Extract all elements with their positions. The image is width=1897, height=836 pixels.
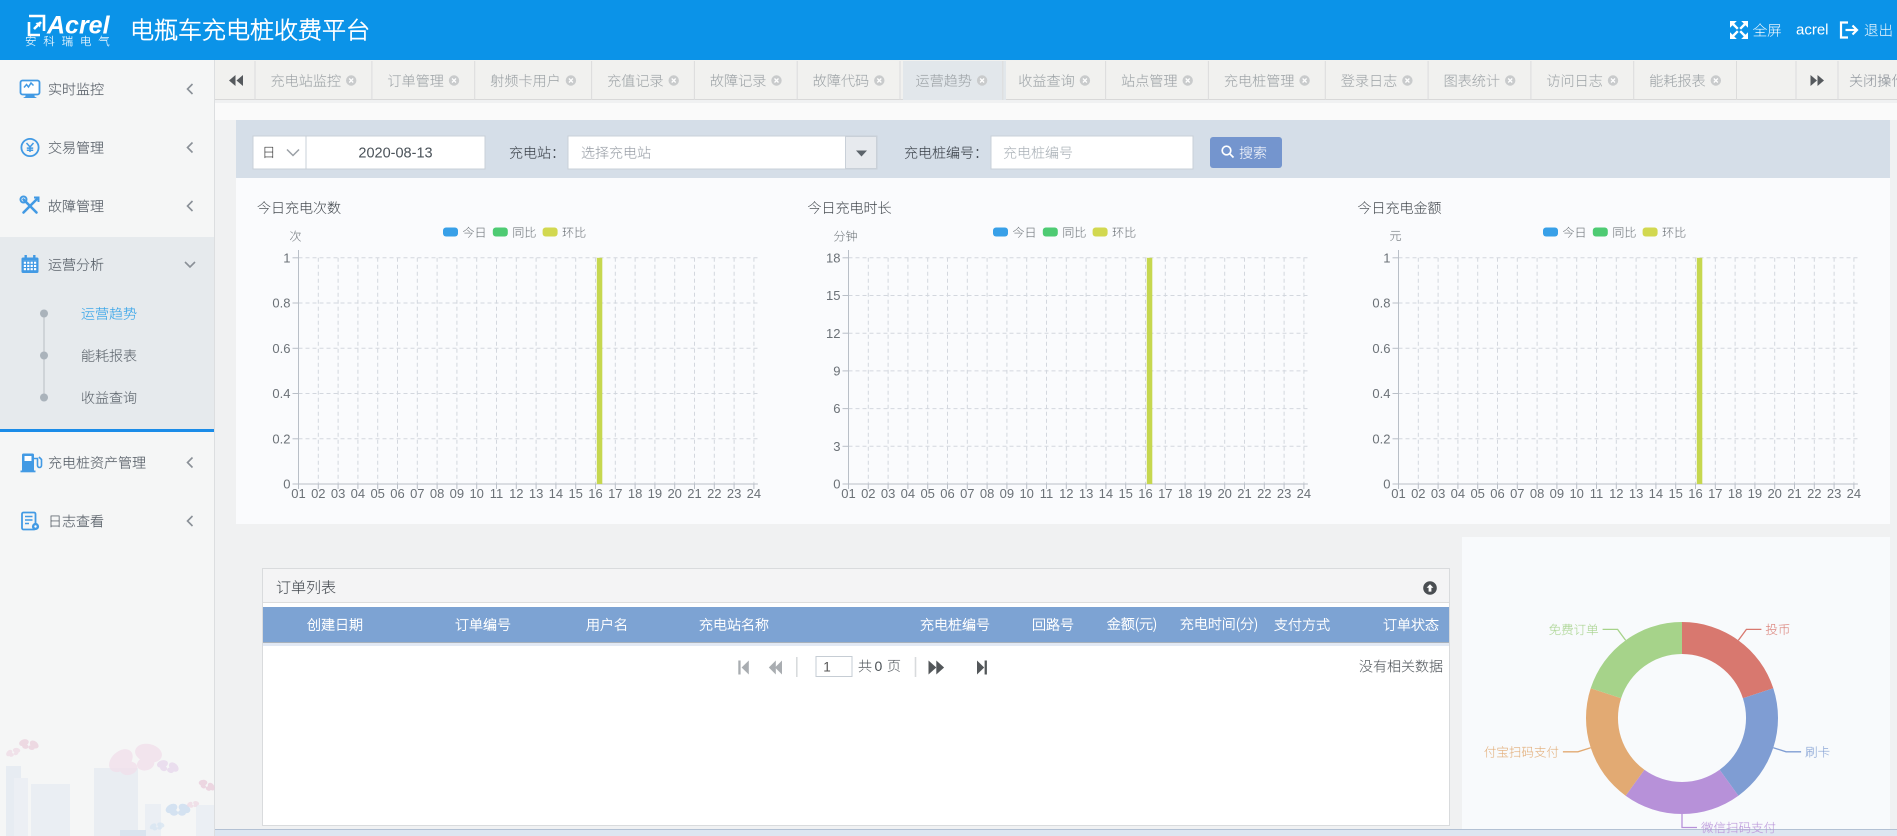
svg-text:12: 12 bbox=[826, 326, 840, 341]
svg-text:21: 21 bbox=[1237, 486, 1251, 501]
svg-text:Acrel: Acrel bbox=[46, 11, 111, 39]
svg-text:0.6: 0.6 bbox=[272, 341, 290, 356]
svg-text:03: 03 bbox=[331, 486, 345, 501]
svg-text:0.6: 0.6 bbox=[1372, 341, 1390, 356]
svg-text:18: 18 bbox=[1728, 486, 1742, 501]
svg-text:22: 22 bbox=[1257, 486, 1271, 501]
svg-text:04: 04 bbox=[901, 486, 915, 501]
svg-text:02: 02 bbox=[861, 486, 875, 501]
svg-text:02: 02 bbox=[311, 486, 325, 501]
svg-text:1: 1 bbox=[823, 659, 831, 674]
svg-text:19: 19 bbox=[1748, 486, 1762, 501]
svg-text:10: 10 bbox=[1019, 486, 1033, 501]
svg-text:06: 06 bbox=[390, 486, 404, 501]
svg-text:15: 15 bbox=[568, 486, 582, 501]
svg-text:09: 09 bbox=[1000, 486, 1014, 501]
svg-text:21: 21 bbox=[1787, 486, 1801, 501]
svg-text:0.4: 0.4 bbox=[1372, 386, 1390, 401]
svg-text:20: 20 bbox=[667, 486, 681, 501]
svg-text:0.2: 0.2 bbox=[1372, 431, 1390, 446]
svg-text:12: 12 bbox=[509, 486, 523, 501]
svg-text:0: 0 bbox=[833, 477, 840, 492]
svg-text:15: 15 bbox=[1118, 486, 1132, 501]
svg-text:14: 14 bbox=[1099, 486, 1113, 501]
svg-text:24: 24 bbox=[747, 486, 761, 501]
svg-text:09: 09 bbox=[450, 486, 464, 501]
svg-text:acrel: acrel bbox=[1796, 21, 1829, 38]
svg-text:02: 02 bbox=[1411, 486, 1425, 501]
svg-text:11: 11 bbox=[1040, 486, 1054, 501]
svg-text:18: 18 bbox=[1178, 486, 1192, 501]
svg-text:11: 11 bbox=[490, 486, 504, 501]
svg-text:15: 15 bbox=[826, 288, 840, 303]
svg-text:20: 20 bbox=[1767, 486, 1781, 501]
svg-text:12: 12 bbox=[1609, 486, 1623, 501]
svg-text:15: 15 bbox=[1668, 486, 1682, 501]
svg-text:13: 13 bbox=[1629, 486, 1643, 501]
svg-text:1: 1 bbox=[283, 250, 290, 265]
svg-text:13: 13 bbox=[529, 486, 543, 501]
svg-text:01: 01 bbox=[291, 486, 305, 501]
svg-text:1: 1 bbox=[1383, 250, 1390, 265]
svg-text:04: 04 bbox=[1451, 486, 1465, 501]
svg-text:04: 04 bbox=[351, 486, 365, 501]
svg-text:10: 10 bbox=[469, 486, 483, 501]
svg-text:20: 20 bbox=[1217, 486, 1231, 501]
svg-text:0.8: 0.8 bbox=[272, 296, 290, 311]
svg-text:0.4: 0.4 bbox=[272, 386, 290, 401]
svg-text:12: 12 bbox=[1059, 486, 1073, 501]
svg-text:0.2: 0.2 bbox=[272, 431, 290, 446]
svg-text:23: 23 bbox=[727, 486, 741, 501]
svg-text:11: 11 bbox=[1590, 486, 1604, 501]
svg-text:05: 05 bbox=[370, 486, 384, 501]
svg-text:03: 03 bbox=[881, 486, 895, 501]
svg-text:07: 07 bbox=[410, 486, 424, 501]
svg-text:16: 16 bbox=[1688, 486, 1702, 501]
svg-text:01: 01 bbox=[1391, 486, 1405, 501]
svg-text:05: 05 bbox=[920, 486, 934, 501]
svg-text:16: 16 bbox=[1138, 486, 1152, 501]
svg-text:24: 24 bbox=[1297, 486, 1311, 501]
svg-text:19: 19 bbox=[648, 486, 662, 501]
svg-text:17: 17 bbox=[1158, 486, 1172, 501]
svg-text:0: 0 bbox=[1383, 477, 1390, 492]
svg-text:01: 01 bbox=[841, 486, 855, 501]
svg-text:08: 08 bbox=[430, 486, 444, 501]
svg-text:17: 17 bbox=[608, 486, 622, 501]
svg-text:0.8: 0.8 bbox=[1372, 296, 1390, 311]
svg-text:17: 17 bbox=[1708, 486, 1722, 501]
svg-text:09: 09 bbox=[1550, 486, 1564, 501]
svg-text:0: 0 bbox=[283, 477, 290, 492]
svg-text:23: 23 bbox=[1277, 486, 1291, 501]
svg-text:08: 08 bbox=[1530, 486, 1544, 501]
svg-text:24: 24 bbox=[1847, 486, 1861, 501]
svg-text:05: 05 bbox=[1470, 486, 1484, 501]
svg-text:07: 07 bbox=[1510, 486, 1524, 501]
svg-text:16: 16 bbox=[588, 486, 602, 501]
svg-text:22: 22 bbox=[707, 486, 721, 501]
svg-text:0: 0 bbox=[875, 658, 883, 674]
svg-text:21: 21 bbox=[687, 486, 701, 501]
svg-text:07: 07 bbox=[960, 486, 974, 501]
svg-text:06: 06 bbox=[940, 486, 954, 501]
svg-text:19: 19 bbox=[1198, 486, 1212, 501]
svg-text:18: 18 bbox=[628, 486, 642, 501]
svg-text:13: 13 bbox=[1079, 486, 1093, 501]
svg-text:06: 06 bbox=[1490, 486, 1504, 501]
svg-text:14: 14 bbox=[549, 486, 563, 501]
svg-text:08: 08 bbox=[980, 486, 994, 501]
svg-text:03: 03 bbox=[1431, 486, 1445, 501]
svg-text:9: 9 bbox=[833, 364, 840, 379]
svg-text:6: 6 bbox=[833, 401, 840, 416]
svg-text:14: 14 bbox=[1649, 486, 1663, 501]
svg-text:18: 18 bbox=[826, 250, 840, 265]
svg-text:23: 23 bbox=[1827, 486, 1841, 501]
svg-text:3: 3 bbox=[833, 439, 840, 454]
svg-text:2020-08-13: 2020-08-13 bbox=[358, 146, 432, 162]
svg-text:10: 10 bbox=[1569, 486, 1583, 501]
svg-text:22: 22 bbox=[1807, 486, 1821, 501]
